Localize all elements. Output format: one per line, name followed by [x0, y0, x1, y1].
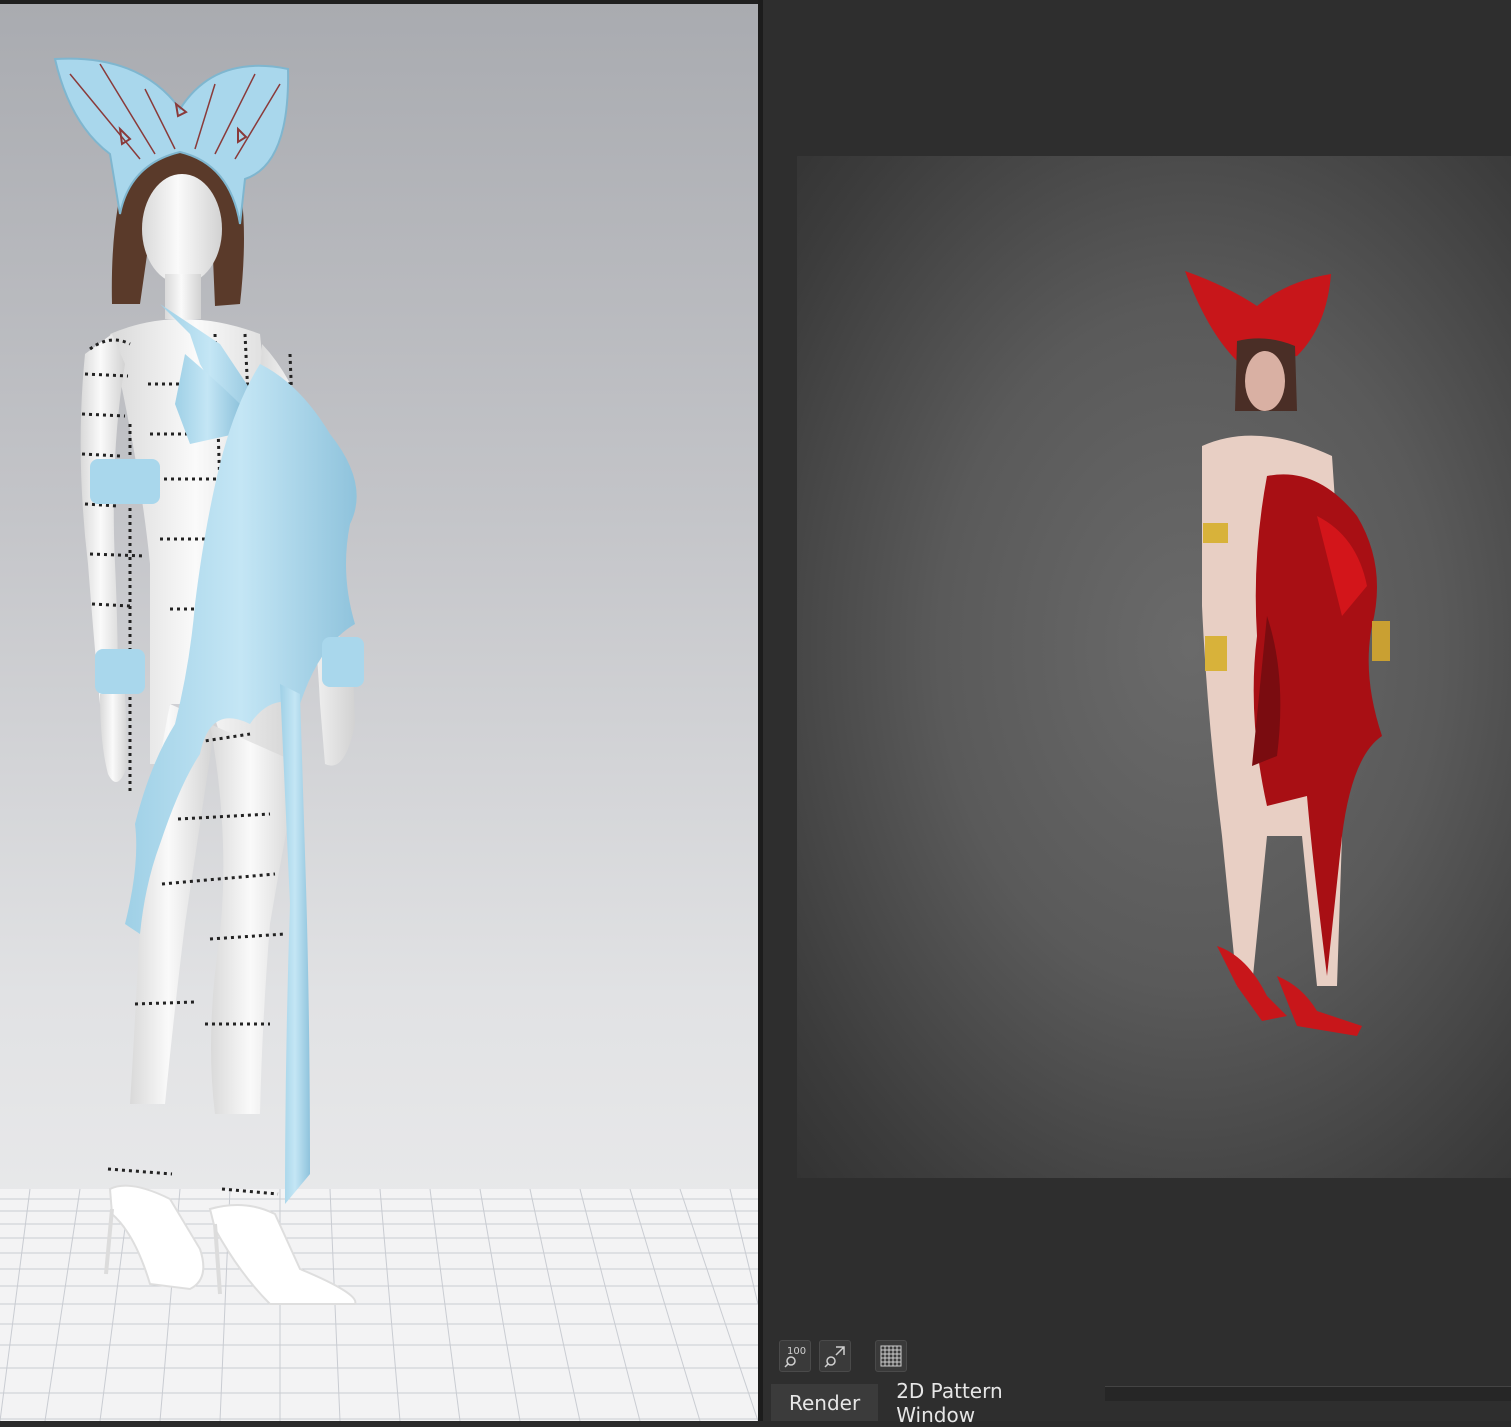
tab-bar-fill	[1105, 1386, 1511, 1401]
floor-grid	[0, 1188, 758, 1421]
svg-text:100: 100	[787, 1346, 806, 1357]
render-toolbar: 100	[779, 1340, 907, 1376]
tab-2d-pattern-window[interactable]: 2D Pattern Window	[878, 1379, 1100, 1427]
panel-tabs: Render 2D Pattern Window	[771, 1379, 1511, 1427]
zoom-100-button[interactable]: 100	[779, 1340, 811, 1372]
grid-toggle-button[interactable]	[875, 1340, 907, 1372]
zoom-100-icon: 100	[784, 1346, 806, 1368]
grid-icon	[880, 1345, 902, 1367]
3d-viewport[interactable]	[0, 4, 758, 1421]
render-preview[interactable]	[797, 156, 1511, 1178]
tab-render[interactable]: Render	[771, 1384, 879, 1421]
fit-to-window-icon	[824, 1346, 845, 1368]
render-figure	[1185, 271, 1390, 1036]
fit-to-window-button[interactable]	[819, 1340, 851, 1372]
render-panel: 100 Render 2D Pattern Window	[763, 0, 1511, 1427]
render-shoes	[1217, 946, 1362, 1036]
avatar-scene	[0, 57, 758, 1421]
render-armband	[1203, 523, 1228, 543]
